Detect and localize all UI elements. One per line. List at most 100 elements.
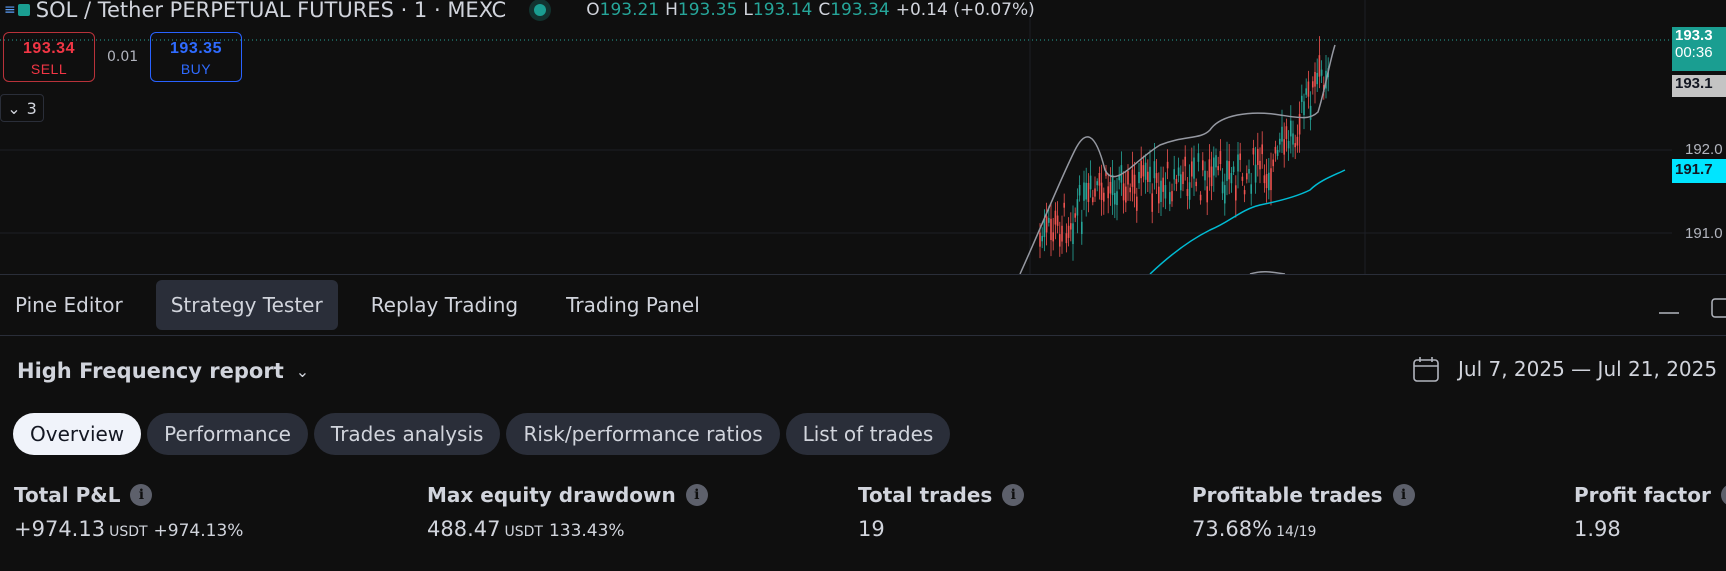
subtab-list-of-trades[interactable]: List of trades xyxy=(785,413,951,455)
candle-body xyxy=(1160,180,1162,202)
candle-body xyxy=(1206,186,1208,203)
candle-body xyxy=(1312,81,1314,88)
minimize-panel-icon[interactable] xyxy=(1658,297,1680,319)
candle-body xyxy=(1089,175,1092,190)
candle-body xyxy=(1045,216,1048,233)
candle-body xyxy=(1279,138,1281,145)
candle-body xyxy=(1248,168,1250,174)
candle-body xyxy=(1162,177,1164,192)
candle-body xyxy=(1138,171,1140,184)
tab-strategy-tester[interactable]: Strategy Tester xyxy=(155,280,338,330)
candle-body xyxy=(1074,213,1076,218)
candle-body xyxy=(1213,157,1215,176)
metric-value: 19 xyxy=(858,517,885,541)
candle-body xyxy=(1246,173,1248,180)
candle-body xyxy=(1309,105,1312,120)
metric-percent: 133.43% xyxy=(548,521,625,541)
subtab-overview[interactable]: Overview xyxy=(13,413,142,455)
price-chart[interactable]: ≡ SOL / Tether PERPETUAL FUTURES · 1 · M… xyxy=(0,0,1726,274)
candle-body xyxy=(1210,166,1213,187)
upper-band-line xyxy=(1019,44,1336,274)
symbol-title[interactable]: SOL / Tether PERPETUAL FUTURES · 1 · MEX… xyxy=(36,0,507,22)
info-icon[interactable]: i xyxy=(130,484,153,506)
candle-body xyxy=(1182,171,1184,185)
candle-body xyxy=(1056,215,1059,226)
ma-price-tag: 191.7 xyxy=(1672,159,1726,183)
candle-body xyxy=(1186,188,1189,196)
sell-button[interactable]: 193.34 SELL xyxy=(3,32,95,82)
candle-body xyxy=(1142,165,1145,177)
info-icon[interactable]: i xyxy=(1002,484,1025,506)
info-icon[interactable]: i xyxy=(685,484,708,506)
candle-body xyxy=(1270,168,1272,191)
market-status-icon xyxy=(534,4,547,16)
report-subtabs: Overview Performance Trades analysis Ris… xyxy=(13,413,951,455)
candle-body xyxy=(1184,156,1186,167)
candlestick-chart[interactable] xyxy=(0,0,1726,274)
calendar-icon xyxy=(1413,357,1439,382)
candle-body xyxy=(1164,185,1167,199)
tab-trading-panel[interactable]: Trading Panel xyxy=(551,280,715,330)
candle-body xyxy=(1085,182,1087,200)
metric-percent: +974.13% xyxy=(153,521,244,541)
candle-body xyxy=(1125,186,1127,203)
metric-label: Profit factor xyxy=(1574,483,1711,507)
last-price-value: 193.3 xyxy=(1675,27,1713,44)
candle-body xyxy=(1285,126,1288,139)
candle-body xyxy=(1052,232,1054,242)
buy-button[interactable]: 193.35 BUY xyxy=(150,32,242,82)
candle-body xyxy=(1217,166,1219,171)
candle-body xyxy=(1294,143,1296,148)
report-selector[interactable]: High Frequency report ⌄ xyxy=(17,359,309,383)
ohlc-low: L193.14 xyxy=(743,0,813,20)
candle-body xyxy=(1166,161,1169,169)
candle-body xyxy=(1070,223,1072,230)
candle-body xyxy=(1219,151,1222,165)
legend-menu-icon[interactable]: ≡ xyxy=(4,2,16,18)
candle-body xyxy=(1173,169,1175,180)
candle-body xyxy=(1054,210,1057,225)
candle-body xyxy=(1272,159,1274,167)
candle-body xyxy=(1193,157,1195,179)
candle-body xyxy=(1175,178,1178,184)
tab-replay-trading[interactable]: Replay Trading xyxy=(356,280,533,330)
metric-total-trades: Total trades i 19 xyxy=(858,483,1025,541)
candle-body xyxy=(1129,187,1131,193)
info-icon[interactable]: i xyxy=(1720,484,1726,506)
candle-body xyxy=(1094,188,1096,197)
panel-divider xyxy=(0,335,1726,336)
sell-label: SELL xyxy=(30,61,68,77)
candle-body xyxy=(1290,120,1292,137)
metric-unit: USDT xyxy=(504,524,543,540)
candle-body xyxy=(1155,173,1158,183)
candle-body xyxy=(1316,72,1318,85)
candle-body xyxy=(1296,136,1299,146)
candle-body xyxy=(1111,174,1114,196)
maximize-panel-icon[interactable] xyxy=(1710,297,1726,323)
ohlc-change: +0.14 (+0.07%) xyxy=(895,0,1035,20)
candle-body xyxy=(1226,160,1228,181)
metric-value: +974.13 xyxy=(14,517,106,541)
candle-body xyxy=(1043,219,1046,238)
subtab-risk-performance-ratios[interactable]: Risk/performance ratios xyxy=(506,413,780,455)
info-icon[interactable]: i xyxy=(1392,484,1415,506)
subtab-trades-analysis[interactable]: Trades analysis xyxy=(313,413,501,455)
candle-body xyxy=(1048,217,1050,223)
subtab-performance[interactable]: Performance xyxy=(147,413,308,455)
candle-body xyxy=(1224,185,1226,204)
date-range-selector[interactable]: Jul 7, 2025 — Jul 21, 2025 ⌄ xyxy=(1412,355,1726,383)
candle-body xyxy=(1065,233,1068,244)
indicators-toggle[interactable]: ⌄ 3 xyxy=(0,94,44,122)
date-range-text: Jul 7, 2025 — Jul 21, 2025 xyxy=(1458,357,1718,381)
candle-body xyxy=(1072,223,1074,245)
candle-body xyxy=(1136,196,1138,211)
bid-price-tag: 193.1 xyxy=(1672,75,1726,97)
candle-body xyxy=(1318,55,1321,77)
tab-pine-editor[interactable]: Pine Editor xyxy=(0,280,138,330)
candle-body xyxy=(1188,182,1191,200)
candle-body xyxy=(1158,186,1160,204)
candle-body xyxy=(1204,170,1206,181)
candle-body xyxy=(1250,184,1252,194)
moving-average-line xyxy=(1149,169,1346,274)
candle-body xyxy=(1252,148,1255,155)
